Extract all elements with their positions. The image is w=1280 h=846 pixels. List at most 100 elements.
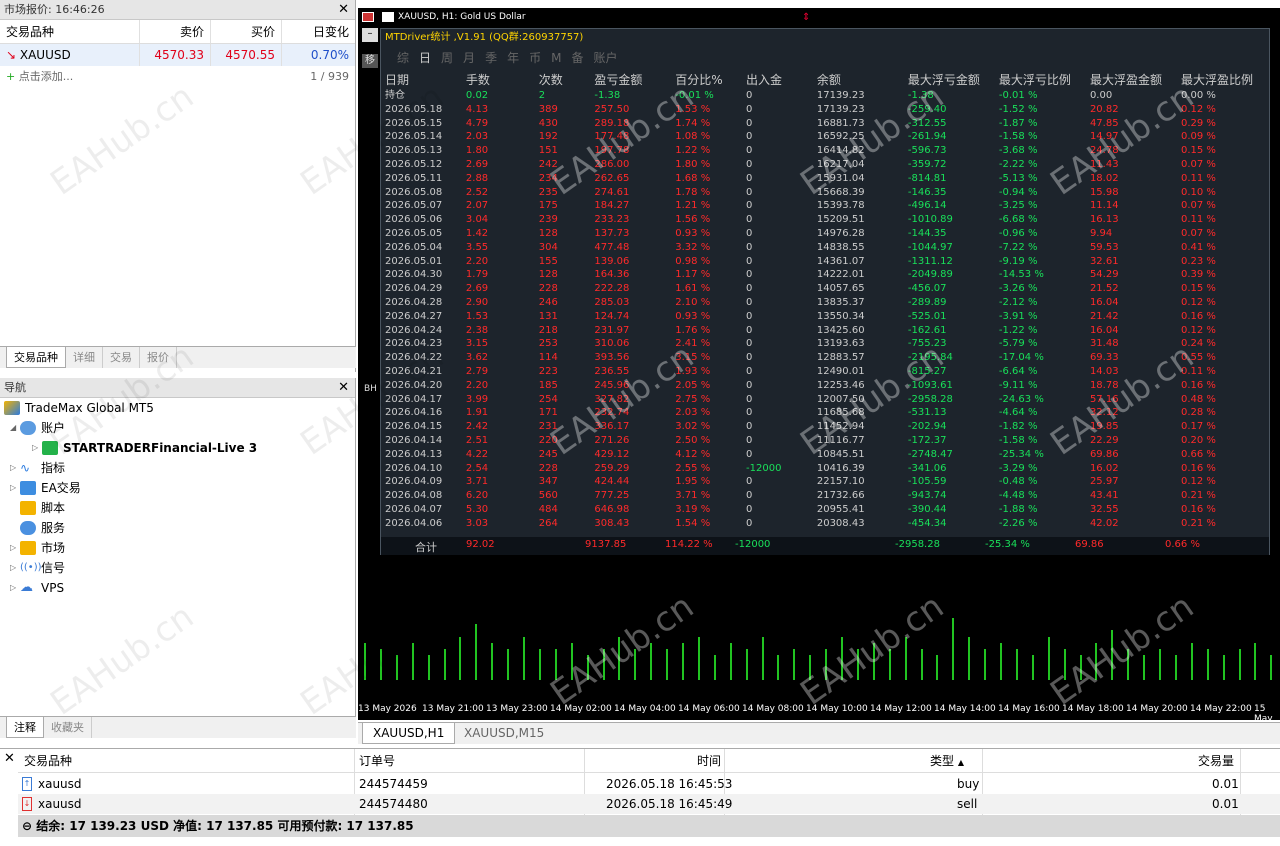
order-row[interactable]: ↓ xauusd 244574480 2026.05.18 16:45:49 s… bbox=[18, 794, 1280, 814]
volume-bar bbox=[968, 637, 970, 680]
stats-row: 2026.05.082.52235274.611.78 %015668.39-1… bbox=[385, 186, 1265, 200]
tab-comments[interactable]: 注释 bbox=[6, 717, 44, 738]
nav-accounts[interactable]: ◢账户 bbox=[0, 418, 355, 438]
nav-signals[interactable]: ▷((•))信号 bbox=[0, 558, 355, 578]
col-type[interactable]: 类型 ▲ bbox=[930, 749, 964, 773]
stats-row: 2026.05.154.79430289.181.74 %016881.73-3… bbox=[385, 117, 1265, 131]
col-symbol[interactable]: 交易品种 bbox=[0, 20, 140, 43]
stats-cell: 3.71 % bbox=[675, 489, 746, 503]
period-tab[interactable]: 备 bbox=[571, 47, 583, 69]
chevron-right-icon[interactable]: ▷ bbox=[10, 558, 20, 578]
period-tab[interactable]: 季 bbox=[485, 47, 497, 69]
chart-menu-icon[interactable] bbox=[362, 12, 374, 22]
stats-cell: 0.41 % bbox=[1181, 241, 1265, 255]
nav-vps[interactable]: ▷☁VPS bbox=[0, 578, 355, 598]
volume-bar bbox=[396, 655, 398, 680]
col-volume[interactable]: 交易量 bbox=[1198, 749, 1234, 773]
col-change[interactable]: 日变化 bbox=[282, 20, 355, 43]
stats-cell: 262.65 bbox=[594, 172, 675, 186]
nav-indicators[interactable]: ▷∿指标 bbox=[0, 458, 355, 478]
symbol-cell: ↘ XAUUSD bbox=[0, 44, 140, 66]
stats-cell: -289.89 bbox=[908, 296, 999, 310]
period-tab[interactable]: 综 bbox=[397, 47, 409, 69]
stats-cell: 16.02 bbox=[1090, 462, 1181, 476]
stats-cell: 21.42 bbox=[1090, 310, 1181, 324]
col-symbol[interactable]: 交易品种 bbox=[24, 749, 72, 773]
period-tab[interactable]: 日 bbox=[419, 47, 431, 69]
col-time[interactable]: 时间 bbox=[697, 749, 721, 773]
close-icon[interactable]: ✕ bbox=[338, 378, 349, 398]
stats-cell: -12000 bbox=[746, 462, 817, 476]
tab-symbols[interactable]: 交易品种 bbox=[6, 347, 66, 368]
symbol-row[interactable]: ↘ XAUUSD 4570.33 4570.55 0.70% bbox=[0, 44, 355, 66]
add-symbol-row[interactable]: + 点击添加... 1 / 939 bbox=[0, 66, 355, 88]
stats-cell: 3.04 bbox=[466, 213, 539, 227]
bag-icon bbox=[20, 541, 36, 555]
stats-cell: 560 bbox=[539, 489, 595, 503]
col-ask[interactable]: 买价 bbox=[211, 20, 282, 43]
tab-ticks[interactable]: 报价 bbox=[140, 347, 177, 368]
chevron-right-icon[interactable]: ▷ bbox=[10, 578, 20, 598]
stats-cell: 289.18 bbox=[594, 117, 675, 131]
period-tab[interactable]: 币 bbox=[529, 47, 541, 69]
chevron-right-icon[interactable]: ▷ bbox=[32, 438, 42, 458]
time-axis-label: 14 May 12:00 bbox=[870, 704, 932, 714]
move-icon[interactable]: 移 bbox=[362, 54, 378, 68]
minimize-icon[interactable]: – bbox=[362, 28, 378, 42]
stats-cell: 4.13 bbox=[466, 103, 539, 117]
chevron-right-icon[interactable]: ▷ bbox=[10, 478, 20, 498]
stats-cell: 20.82 bbox=[1090, 103, 1181, 117]
stats-cell: 22157.10 bbox=[817, 475, 908, 489]
expand-icon[interactable]: ◢ bbox=[10, 418, 20, 438]
collapse-icon[interactable]: ⊖ bbox=[22, 819, 32, 833]
stats-cell: 14222.01 bbox=[817, 268, 908, 282]
stats-cell: 0 bbox=[746, 448, 817, 462]
stats-cell: 0 bbox=[746, 227, 817, 241]
chevron-right-icon[interactable]: ▷ bbox=[10, 458, 20, 478]
period-tab[interactable]: 年 bbox=[507, 47, 519, 69]
stats-cell: 0 bbox=[746, 103, 817, 117]
volume-bar bbox=[412, 643, 414, 680]
stats-cell: 0 bbox=[746, 144, 817, 158]
order-id: 244574459 bbox=[359, 774, 428, 794]
col-order[interactable]: 订单号 bbox=[359, 749, 395, 773]
total-label: 合计 bbox=[415, 539, 437, 555]
nav-scripts[interactable]: 脚本 bbox=[0, 498, 355, 518]
down-arrow-icon: ↘ bbox=[6, 48, 20, 62]
account-summary-text: 结余: 17 139.23 USD 净值: 17 137.85 可用预付款: 1… bbox=[36, 819, 413, 833]
volume-bar bbox=[634, 649, 636, 680]
volume-bar bbox=[698, 637, 700, 680]
order-volume: 0.01 bbox=[1212, 774, 1239, 794]
stats-cell: 1.80 bbox=[466, 144, 539, 158]
volume-bar bbox=[618, 637, 620, 680]
volume-bar bbox=[475, 624, 477, 680]
period-tab[interactable]: 账户 bbox=[593, 47, 617, 69]
col-bid[interactable]: 卖价 bbox=[140, 20, 211, 43]
tab-trading[interactable]: 交易 bbox=[103, 347, 140, 368]
nav-broker[interactable]: TradeMax Global MT5 bbox=[0, 398, 355, 418]
stats-cell: 2026.05.04 bbox=[385, 241, 466, 255]
nav-services[interactable]: 服务 bbox=[0, 518, 355, 538]
stats-cell: 2026.05.05 bbox=[385, 227, 466, 241]
volume-bar bbox=[1175, 655, 1177, 680]
volume-bar bbox=[905, 637, 907, 680]
tab-favorites[interactable]: 收藏夹 bbox=[44, 717, 92, 738]
stats-cell: 2026.05.18 bbox=[385, 103, 466, 117]
close-icon[interactable]: ✕ bbox=[338, 0, 349, 20]
nav-experts[interactable]: ▷EA交易 bbox=[0, 478, 355, 498]
tab-xauusd-m15[interactable]: XAUUSD,M15 bbox=[454, 723, 554, 744]
period-tab[interactable]: 月 bbox=[463, 47, 475, 69]
tab-xauusd-h1[interactable]: XAUUSD,H1 bbox=[362, 723, 455, 744]
order-row[interactable]: ↑ xauusd 244574459 2026.05.18 16:45:53 b… bbox=[18, 774, 1280, 794]
tab-details[interactable]: 详细 bbox=[66, 347, 103, 368]
time-axis-label: 13 May 23:00 bbox=[486, 704, 548, 714]
chart-shift-icon[interactable]: ⇕ bbox=[802, 12, 810, 23]
period-tab[interactable]: M bbox=[551, 47, 561, 69]
stats-cell: 0.12 % bbox=[1181, 324, 1265, 338]
chevron-right-icon[interactable]: ▷ bbox=[10, 538, 20, 558]
close-icon[interactable]: ✕ bbox=[4, 751, 15, 766]
period-tab[interactable]: 周 bbox=[441, 47, 453, 69]
nav-account-live[interactable]: ▷STARTRADERFinancial-Live 3 bbox=[0, 438, 355, 458]
stats-cell: 0 bbox=[746, 172, 817, 186]
nav-market[interactable]: ▷市场 bbox=[0, 538, 355, 558]
